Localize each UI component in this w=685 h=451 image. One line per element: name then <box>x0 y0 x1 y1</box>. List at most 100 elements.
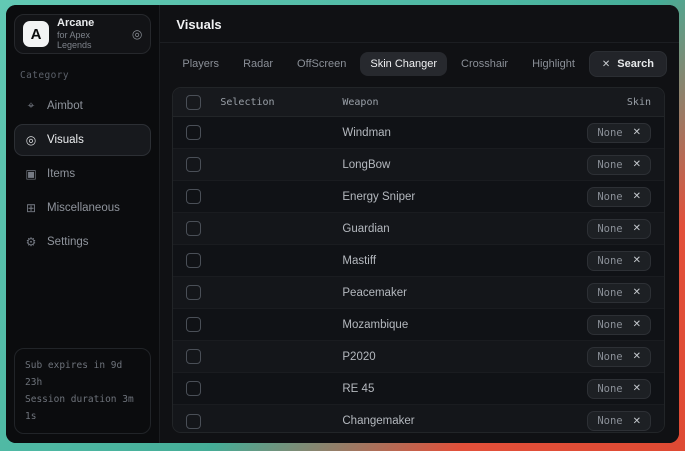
row-checkbox[interactable] <box>186 414 201 429</box>
column-header-selection: Selection <box>220 97 342 108</box>
table-body: Windman None ✕ LongBow None ✕ Energy Sni… <box>173 117 664 433</box>
main-panel: Visuals Players Radar OffScreen Skin Cha… <box>160 5 679 443</box>
table-row: RE 45 None ✕ <box>173 373 664 405</box>
table-row: Peacemaker None ✕ <box>173 277 664 309</box>
clear-skin-icon[interactable]: ✕ <box>633 223 641 234</box>
row-checkbox[interactable] <box>186 253 201 268</box>
row-checkbox[interactable] <box>186 381 201 396</box>
select-all-checkbox[interactable] <box>186 95 201 110</box>
weapon-name: RE 45 <box>342 383 565 395</box>
desktop-background: A Arcane for Apex Legends ◎ Category ⌖ A… <box>0 0 685 451</box>
tab-radar[interactable]: Radar <box>233 52 283 76</box>
search-button-label: Search <box>617 58 654 70</box>
main-header: Visuals <box>160 5 679 43</box>
session-info-card: Sub expires in 9d 23h Session duration 3… <box>14 348 151 434</box>
skin-value: None <box>597 159 622 171</box>
sidebar-item-label: Aimbot <box>47 100 83 112</box>
clear-skin-icon[interactable]: ✕ <box>633 351 641 362</box>
table-row: Mastiff None ✕ <box>173 245 664 277</box>
skin-select[interactable]: None ✕ <box>587 187 651 207</box>
skin-select[interactable]: None ✕ <box>587 411 651 431</box>
clear-skin-icon[interactable]: ✕ <box>633 416 641 427</box>
category-label: Category <box>20 70 145 81</box>
skin-value: None <box>597 191 622 203</box>
skin-value: None <box>597 255 622 267</box>
sidebar-nav: ⌖ Aimbot ◎ Visuals ▣ Items ⊞ Miscellaneo… <box>14 89 151 260</box>
app-name: Arcane <box>57 17 124 30</box>
skin-select[interactable]: None ✕ <box>587 315 651 335</box>
clear-skin-icon[interactable]: ✕ <box>633 383 641 394</box>
tab-bar: Players Radar OffScreen Skin Changer Cro… <box>160 43 679 83</box>
row-checkbox[interactable] <box>186 189 201 204</box>
skin-value: None <box>597 351 622 363</box>
app-window: A Arcane for Apex Legends ◎ Category ⌖ A… <box>6 5 679 443</box>
weapon-name: Peacemaker <box>342 287 565 299</box>
miscellaneous-icon: ⊞ <box>24 201 38 215</box>
tab-players[interactable]: Players <box>172 52 229 76</box>
table-row: Energy Sniper None ✕ <box>173 181 664 213</box>
app-header-text: Arcane for Apex Legends <box>57 17 124 50</box>
clear-skin-icon[interactable]: ✕ <box>633 319 641 330</box>
skin-select[interactable]: None ✕ <box>587 347 651 367</box>
tabs-group: Players Radar OffScreen Skin Changer Cro… <box>172 52 585 76</box>
sidebar: A Arcane for Apex Legends ◎ Category ⌖ A… <box>6 5 160 443</box>
search-button[interactable]: ✕ Search <box>589 51 667 77</box>
clear-skin-icon[interactable]: ✕ <box>633 287 641 298</box>
close-icon: ✕ <box>602 59 610 70</box>
items-icon: ▣ <box>24 167 38 181</box>
weapon-name: Mastiff <box>342 255 565 267</box>
table-row: Windman None ✕ <box>173 117 664 149</box>
table-row: Changemaker None ✕ <box>173 405 664 433</box>
skin-value: None <box>597 415 622 427</box>
row-checkbox[interactable] <box>186 157 201 172</box>
skin-select[interactable]: None ✕ <box>587 379 651 399</box>
skin-select[interactable]: None ✕ <box>587 123 651 143</box>
clear-skin-icon[interactable]: ✕ <box>633 127 641 138</box>
visuals-icon: ◎ <box>24 133 38 147</box>
table-header-row: Selection Weapon Skin <box>173 88 664 117</box>
clear-skin-icon[interactable]: ✕ <box>633 159 641 170</box>
weapon-name: Mozambique <box>342 319 565 331</box>
tab-offscreen[interactable]: OffScreen <box>287 52 356 76</box>
skin-value: None <box>597 287 622 299</box>
sidebar-item-miscellaneous[interactable]: ⊞ Miscellaneous <box>14 192 151 224</box>
row-checkbox[interactable] <box>186 285 201 300</box>
clear-skin-icon[interactable]: ✕ <box>633 191 641 202</box>
row-checkbox[interactable] <box>186 317 201 332</box>
column-header-skin: Skin <box>627 97 651 108</box>
tab-crosshair[interactable]: Crosshair <box>451 52 518 76</box>
page-title: Visuals <box>176 17 663 32</box>
skin-value: None <box>597 127 622 139</box>
column-header-weapon: Weapon <box>342 97 378 108</box>
tab-skin-changer[interactable]: Skin Changer <box>360 52 447 76</box>
clear-skin-icon[interactable]: ✕ <box>633 255 641 266</box>
skin-select[interactable]: None ✕ <box>587 219 651 239</box>
table-row: Mozambique None ✕ <box>173 309 664 341</box>
skin-value: None <box>597 383 622 395</box>
skin-select[interactable]: None ✕ <box>587 155 651 175</box>
row-checkbox[interactable] <box>186 221 201 236</box>
skin-value: None <box>597 319 622 331</box>
weapon-name: LongBow <box>342 159 565 171</box>
weapon-name: Windman <box>342 127 565 139</box>
sidebar-item-settings[interactable]: ⚙ Settings <box>14 226 151 258</box>
app-logo: A <box>23 21 49 47</box>
aimbot-icon: ⌖ <box>24 98 38 113</box>
sidebar-item-label: Miscellaneous <box>47 202 120 214</box>
weapon-table: Selection Weapon Skin Windman None ✕ Lon… <box>172 87 665 433</box>
sidebar-item-items[interactable]: ▣ Items <box>14 158 151 190</box>
sidebar-item-label: Settings <box>47 236 89 248</box>
sidebar-item-visuals[interactable]: ◎ Visuals <box>14 124 151 156</box>
weapon-name: P2020 <box>342 351 565 363</box>
app-subtitle: for Apex Legends <box>57 30 124 51</box>
row-checkbox[interactable] <box>186 349 201 364</box>
sidebar-item-aimbot[interactable]: ⌖ Aimbot <box>14 89 151 122</box>
skin-select[interactable]: None ✕ <box>587 283 651 303</box>
tab-highlight[interactable]: Highlight <box>522 52 585 76</box>
skin-value: None <box>597 223 622 235</box>
skin-select[interactable]: None ✕ <box>587 251 651 271</box>
sub-expires-text: Sub expires in 9d 23h <box>25 357 140 391</box>
settings-icon: ⚙ <box>24 235 38 249</box>
row-checkbox[interactable] <box>186 125 201 140</box>
target-icon[interactable]: ◎ <box>132 27 142 41</box>
